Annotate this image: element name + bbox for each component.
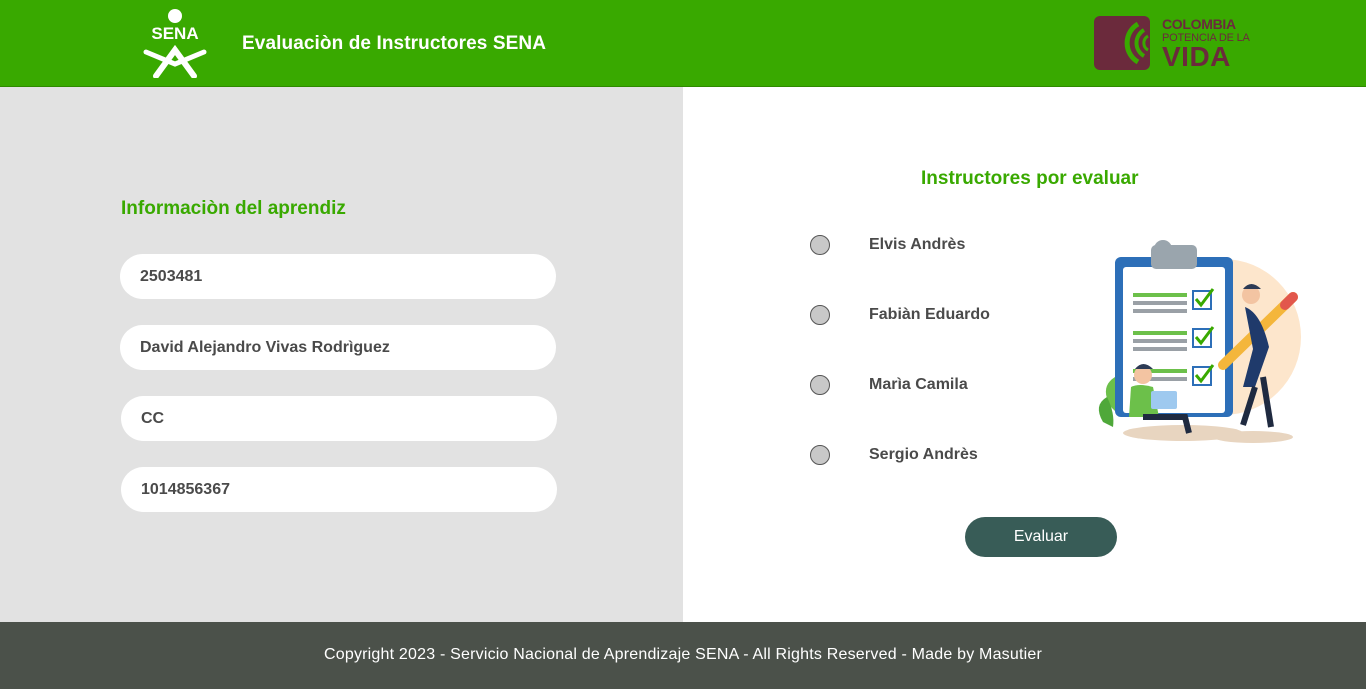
colombia-logo-line3: VIDA [1162, 41, 1231, 72]
instructor-radio-3[interactable] [810, 375, 830, 395]
instructor-label-2[interactable]: Fabiàn Eduardo [869, 306, 990, 324]
instructor-label-1[interactable]: Elvis Andrès [869, 236, 965, 254]
instructors-panel: Instructores por evaluar Elvis Andrès Fa… [683, 87, 1366, 622]
instructor-label-3[interactable]: Marìa Camila [869, 376, 968, 394]
instructors-title: Instructores por evaluar [921, 168, 1139, 189]
footer: Copyright 2023 - Servicio Nacional de Ap… [0, 622, 1366, 689]
evaluate-button[interactable]: Evaluar [965, 517, 1117, 557]
learner-info-panel: Informaciòn del aprendiz 2503481 David A… [0, 87, 683, 622]
colombia-wave-icon [1094, 16, 1150, 70]
checklist-illustration [1098, 240, 1301, 443]
instructor-radio-4[interactable] [810, 445, 830, 465]
header: SENA Evaluaciòn de Instructores SENA COL… [0, 0, 1366, 87]
colombia-logo: COLOMBIA POTENCIA DE LA VIDA [1094, 14, 1250, 72]
instructor-radio-1[interactable] [810, 235, 830, 255]
ficha-field[interactable]: 2503481 [120, 254, 556, 299]
document-number-field[interactable]: 1014856367 [121, 467, 557, 512]
colombia-logo-line1: COLOMBIA [1162, 16, 1236, 32]
learner-info-title: Informaciòn del aprendiz [121, 198, 346, 219]
learner-name-field[interactable]: David Alejandro Vivas Rodrìguez [120, 325, 556, 370]
instructor-label-4[interactable]: Sergio Andrès [869, 446, 978, 464]
document-type-field[interactable]: CC [121, 396, 557, 441]
sena-logo[interactable]: SENA [138, 8, 212, 78]
page-title: Evaluaciòn de Instructores SENA [242, 33, 547, 54]
copyright-text: Copyright 2023 - Servicio Nacional de Ap… [324, 646, 1042, 663]
sena-logo-text: SENA [151, 24, 198, 43]
instructor-radio-2[interactable] [810, 305, 830, 325]
